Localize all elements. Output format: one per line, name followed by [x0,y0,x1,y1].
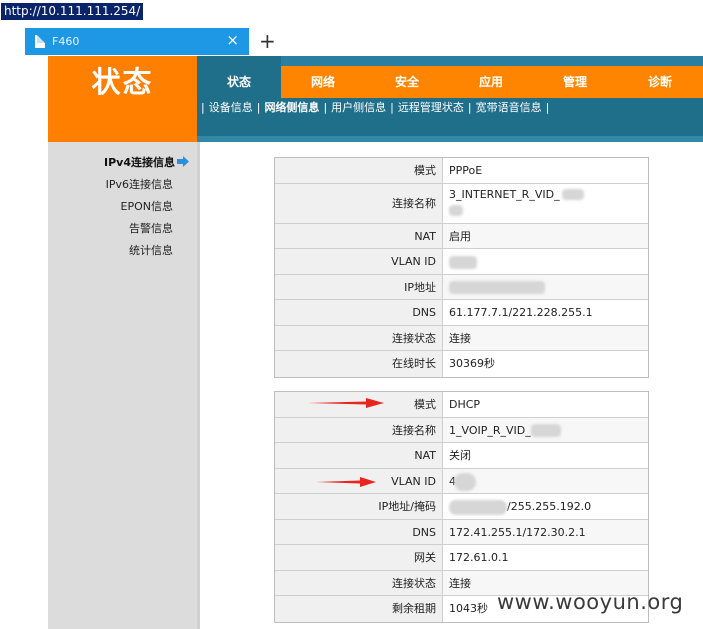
table-row: DNS 172.41.255.1/172.30.2.1 [275,519,648,545]
browser-tab[interactable]: F460 × [25,28,249,55]
row-value: 3_INTERNET_R_VID_ [443,183,648,223]
subnav-remote-management[interactable]: 远程管理状态 [398,101,464,114]
row-value: 172.41.255.1/172.30.2.1 [443,519,648,544]
row-label: 连接名称 [275,417,443,442]
watermark: www.wooyun.org [497,590,684,614]
content-divider [197,142,200,629]
table-row: 连接状态 连接 [275,325,648,351]
subnav-separator: | [390,101,394,114]
subnav-network-side-info[interactable]: 网络侧信息 [264,101,319,114]
address-url[interactable]: http://10.111.111.254/ [1,3,144,20]
table-row: NAT 启用 [275,223,648,249]
nav-item-network[interactable]: 网络 [281,66,365,98]
row-value: DHCP [443,392,648,417]
row-label: DNS [275,519,443,544]
sidebar-item-alarm[interactable]: 告警信息 [129,221,173,237]
brand-panel: 状态 [48,56,197,142]
subnav-separator: | [545,101,550,114]
row-label: 连接状态 [275,570,443,595]
row-label: 网关 [275,545,443,570]
connection-table-dhcp: 模式 DHCP 连接名称 1_VOIP_R_VID_ NAT 关闭 VLAN I… [274,391,649,623]
table-row: NAT 关闭 [275,443,648,469]
table-row: 连接名称 1_VOIP_R_VID_ [275,417,648,443]
subnav-broadband-voice[interactable]: 宽带语音信息 [476,101,542,114]
ip-mask-text: /255.255.192.0 [507,500,592,513]
table-row: 连接名称 3_INTERNET_R_VID_ [275,183,648,224]
nav-item-diagnosis[interactable]: 诊断 [617,66,703,98]
row-label: 剩余租期 [275,596,443,622]
row-value: 启用 [443,223,648,248]
row-label: NAT [275,223,443,248]
redacted-value [449,499,507,515]
red-arrow-icon [308,398,384,408]
sidebar-item-epon[interactable]: EPON信息 [121,199,173,215]
row-label: VLAN ID [275,249,443,274]
page-title: 状态 [91,65,154,99]
nav-item-status[interactable]: 状态 [197,56,281,98]
row-value [443,274,648,299]
row-value: 30369秒 [443,351,648,377]
row-value: 172.61.0.1 [443,545,648,570]
connection-table-pppoe: 模式 PPPoE 连接名称 3_INTERNET_R_VID_ NAT 启用 V… [274,157,649,378]
row-value: PPPoE [443,158,648,183]
row-value: 4 [443,468,648,493]
subnav-separator: | [467,101,472,114]
row-value: 1_VOIP_R_VID_ [443,417,648,442]
table-row: DNS 61.177.7.1/221.228.255.1 [275,300,648,326]
row-label: NAT [275,443,443,468]
row-label: IP地址/掩码 [275,494,443,519]
subnav-separator: | [323,101,328,114]
redacted-value [449,205,463,216]
row-value [443,249,648,274]
top-nav: 状态 网络 安全 应用 管理 诊断 [197,56,703,98]
close-icon[interactable]: × [226,32,239,49]
nav-item-application[interactable]: 应用 [449,66,533,98]
row-value: 连接 [443,325,648,350]
header-bottom-bar [197,136,703,142]
table-row: IP地址 [275,274,648,300]
row-label: DNS [275,300,443,325]
sub-nav: | 设备信息 | 网络侧信息 | 用户侧信息 | 远程管理状态 | 宽带语音信息 | [197,98,703,120]
connection-name-text: 1_VOIP_R_VID_ [449,423,531,437]
document-icon [35,35,45,48]
redacted-value [530,424,561,437]
connection-name-text: 3_INTERNET_R_VID_ [449,187,560,201]
table-row: 网关 172.61.0.1 [275,545,648,571]
redacted-value [449,281,545,294]
redacted-value [449,255,477,269]
sidebar-item-ipv4[interactable]: IPv4连接信息 [104,155,189,171]
row-label: 连接状态 [275,325,443,350]
row-label: IP地址 [275,274,443,299]
arrow-right-icon [177,156,189,167]
row-label: 连接名称 [275,183,443,223]
new-tab-button[interactable]: + [259,30,276,52]
row-value: 关闭 [443,443,648,468]
redacted-value [561,189,584,200]
table-row: IP地址/掩码 /255.255.192.0 [275,494,648,520]
table-row: 模式 PPPoE [275,158,648,184]
row-value: 61.177.7.1/221.228.255.1 [443,300,648,325]
sidebar-item-stats[interactable]: 统计信息 [129,243,173,259]
tab-strip: F460 × [0,28,703,56]
tab-title: F460 [52,35,80,48]
nav-item-management[interactable]: 管理 [533,66,617,98]
row-label: 在线时长 [275,351,443,377]
header-stripe [281,56,703,66]
subnav-user-side-info[interactable]: 用户侧信息 [331,101,386,114]
row-value: /255.255.192.0 [443,494,648,519]
sidebar-item-ipv6[interactable]: IPv6连接信息 [106,177,173,193]
redacted-value [454,472,476,491]
sidebar: IPv4连接信息 IPv6连接信息 EPON信息 告警信息 统计信息 [48,142,197,629]
table-row: 在线时长 30369秒 [275,351,648,377]
row-label: 模式 [275,158,443,183]
table-row: VLAN ID [275,249,648,275]
subnav-device-info[interactable]: 设备信息 [209,101,253,114]
nav-item-security[interactable]: 安全 [365,66,449,98]
red-arrow-icon [316,477,376,487]
address-bar[interactable]: http://10.111.111.254/ [0,0,703,24]
sidebar-item-label: IPv4连接信息 [104,156,175,169]
subnav-separator: | [201,101,205,114]
subnav-separator: | [256,101,261,114]
